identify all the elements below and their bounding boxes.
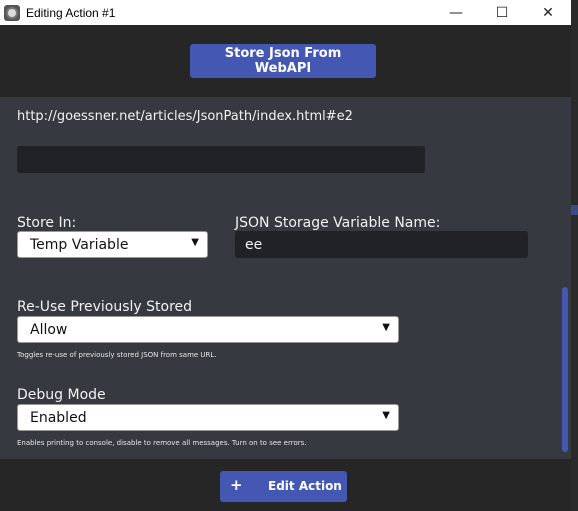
var-name-input[interactable]: ee	[235, 231, 528, 258]
edit-action-button[interactable]: + Edit Action	[220, 471, 347, 502]
var-name-label: JSON Storage Variable Name:	[235, 215, 441, 231]
debug-hint: Enables printing to console, disable to …	[17, 439, 307, 447]
store-json-button[interactable]: Store Json From WebAPI	[190, 44, 376, 78]
reuse-select[interactable]: Allow ▼	[17, 316, 399, 343]
store-in-select[interactable]: Temp Variable ▼	[17, 231, 208, 258]
debug-label: Debug Mode	[17, 387, 106, 403]
close-button[interactable]: ✕	[525, 0, 571, 25]
maximize-button[interactable]: ☐	[479, 0, 525, 25]
window-controls: — ☐ ✕	[433, 0, 571, 25]
content-panel: http://goessner.net/articles/JsonPath/in…	[0, 97, 571, 459]
store-in-value: Temp Variable	[30, 236, 129, 253]
edit-action-label: Edit Action	[268, 479, 342, 493]
background-window-edge	[571, 0, 578, 511]
url-text: http://goessner.net/articles/JsonPath/in…	[17, 109, 353, 124]
chevron-down-icon: ▼	[191, 237, 199, 248]
store-in-label: Store In:	[17, 215, 77, 231]
plus-icon: +	[230, 476, 243, 494]
footer: + Edit Action	[0, 459, 571, 511]
reuse-value: Allow	[30, 321, 68, 338]
json-path-input[interactable]	[17, 146, 425, 173]
scrollbar[interactable]	[562, 287, 568, 452]
reuse-label: Re-Use Previously Stored	[17, 299, 193, 315]
app-icon	[4, 4, 20, 21]
header: Store Json From WebAPI	[0, 25, 571, 97]
chevron-down-icon: ▼	[382, 322, 390, 333]
chevron-down-icon: ▼	[382, 410, 390, 421]
minimize-button[interactable]: —	[433, 0, 479, 25]
window-title: Editing Action #1	[26, 5, 116, 20]
debug-select[interactable]: Enabled ▼	[17, 404, 399, 431]
title-bar: Editing Action #1 — ☐ ✕	[0, 0, 571, 25]
debug-value: Enabled	[30, 409, 87, 426]
reuse-hint: Toggles re-use of previously stored JSON…	[17, 351, 217, 359]
edge-accent	[571, 205, 578, 215]
